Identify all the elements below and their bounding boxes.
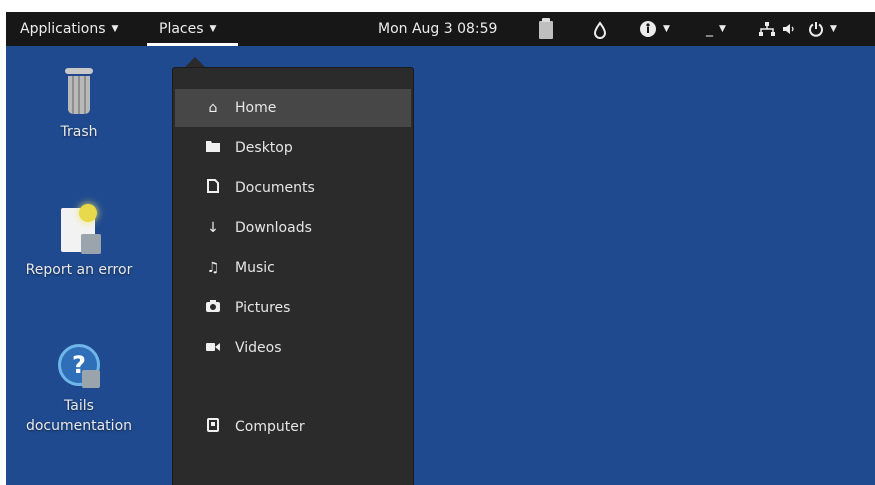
menu-item-computer[interactable]: Computer <box>175 408 411 446</box>
top-bar: Applications ▼ Places ▼ Mon Aug 3 08:59 … <box>6 12 875 46</box>
clock-label: Mon Aug 3 08:59 <box>378 21 498 37</box>
places-menu: ⌂ Home Desktop Documents ↓ Downloads ♫ M… <box>172 67 414 485</box>
help-icon: ? <box>56 342 102 394</box>
menu-item-label: Downloads <box>235 220 312 236</box>
computer-icon <box>205 418 221 436</box>
menu-item-videos[interactable]: Videos <box>175 329 411 367</box>
camera-icon <box>205 300 221 316</box>
places-menu-button[interactable]: Places ▼ <box>159 12 216 46</box>
menu-item-label: Videos <box>235 340 282 356</box>
report-error-icon <box>57 204 101 256</box>
menu-item-desktop[interactable]: Desktop <box>175 129 411 167</box>
accessibility-icon <box>640 21 656 37</box>
menu-item-label: Documents <box>235 180 315 196</box>
menu-item-label: Home <box>235 100 277 116</box>
download-icon: ↓ <box>207 220 219 236</box>
menu-item-documents[interactable]: Documents <box>175 169 411 207</box>
menu-item-label: Pictures <box>235 300 291 316</box>
menu-item-pictures[interactable]: Pictures <box>175 289 411 327</box>
chevron-down-icon: ▼ <box>663 24 670 34</box>
menu-item-label: Computer <box>235 419 305 435</box>
places-label: Places <box>159 21 204 37</box>
onion-icon[interactable] <box>593 12 607 46</box>
menu-item-music[interactable]: ♫ Music <box>175 249 411 287</box>
video-icon <box>205 340 221 356</box>
chevron-down-icon: ▼ <box>111 24 119 34</box>
menu-item-downloads[interactable]: ↓ Downloads <box>175 209 411 247</box>
home-icon: ⌂ <box>208 100 218 116</box>
desktop-icon-label: documentation <box>25 418 133 434</box>
system-status-menu-button[interactable]: ▼ <box>758 12 837 46</box>
network-icon <box>759 22 775 36</box>
accessibility-menu-button[interactable]: ▼ <box>639 12 670 46</box>
music-icon: ♫ <box>206 260 220 276</box>
folder-icon <box>205 140 221 156</box>
applications-menu-button[interactable]: Applications ▼ <box>20 12 118 46</box>
clock[interactable]: Mon Aug 3 08:59 <box>378 12 497 46</box>
power-icon <box>809 22 823 37</box>
chevron-down-icon: ▼ <box>209 24 217 34</box>
menu-item-label: Desktop <box>235 140 293 156</box>
desktop: Applications ▼ Places ▼ Mon Aug 3 08:59 … <box>6 12 875 485</box>
document-icon <box>205 179 221 197</box>
menu-item-home[interactable]: ⌂ Home <box>175 89 411 127</box>
trash-icon <box>63 68 95 116</box>
places-active-indicator <box>147 43 238 46</box>
chevron-down-icon: ▼ <box>830 24 837 34</box>
desktop-icon-label: Report an error <box>25 262 133 278</box>
desktop-icon-tails-documentation[interactable]: ? Tails documentation <box>14 342 144 436</box>
keyboard-layout-menu-button[interactable]: _ ▼ <box>706 12 726 46</box>
chevron-down-icon: ▼ <box>719 24 726 34</box>
clipboard-icon[interactable] <box>539 18 553 39</box>
desktop-icon-report-error[interactable]: Report an error <box>14 204 144 280</box>
keyboard-layout-icon: _ <box>706 21 713 37</box>
desktop-icon-trash[interactable]: Trash <box>14 68 144 142</box>
menu-item-label: Music <box>235 260 275 276</box>
desktop-icon-label: Tails <box>64 398 94 414</box>
volume-icon <box>783 24 794 34</box>
applications-label: Applications <box>20 21 106 37</box>
desktop-icon-label: Trash <box>60 124 98 140</box>
